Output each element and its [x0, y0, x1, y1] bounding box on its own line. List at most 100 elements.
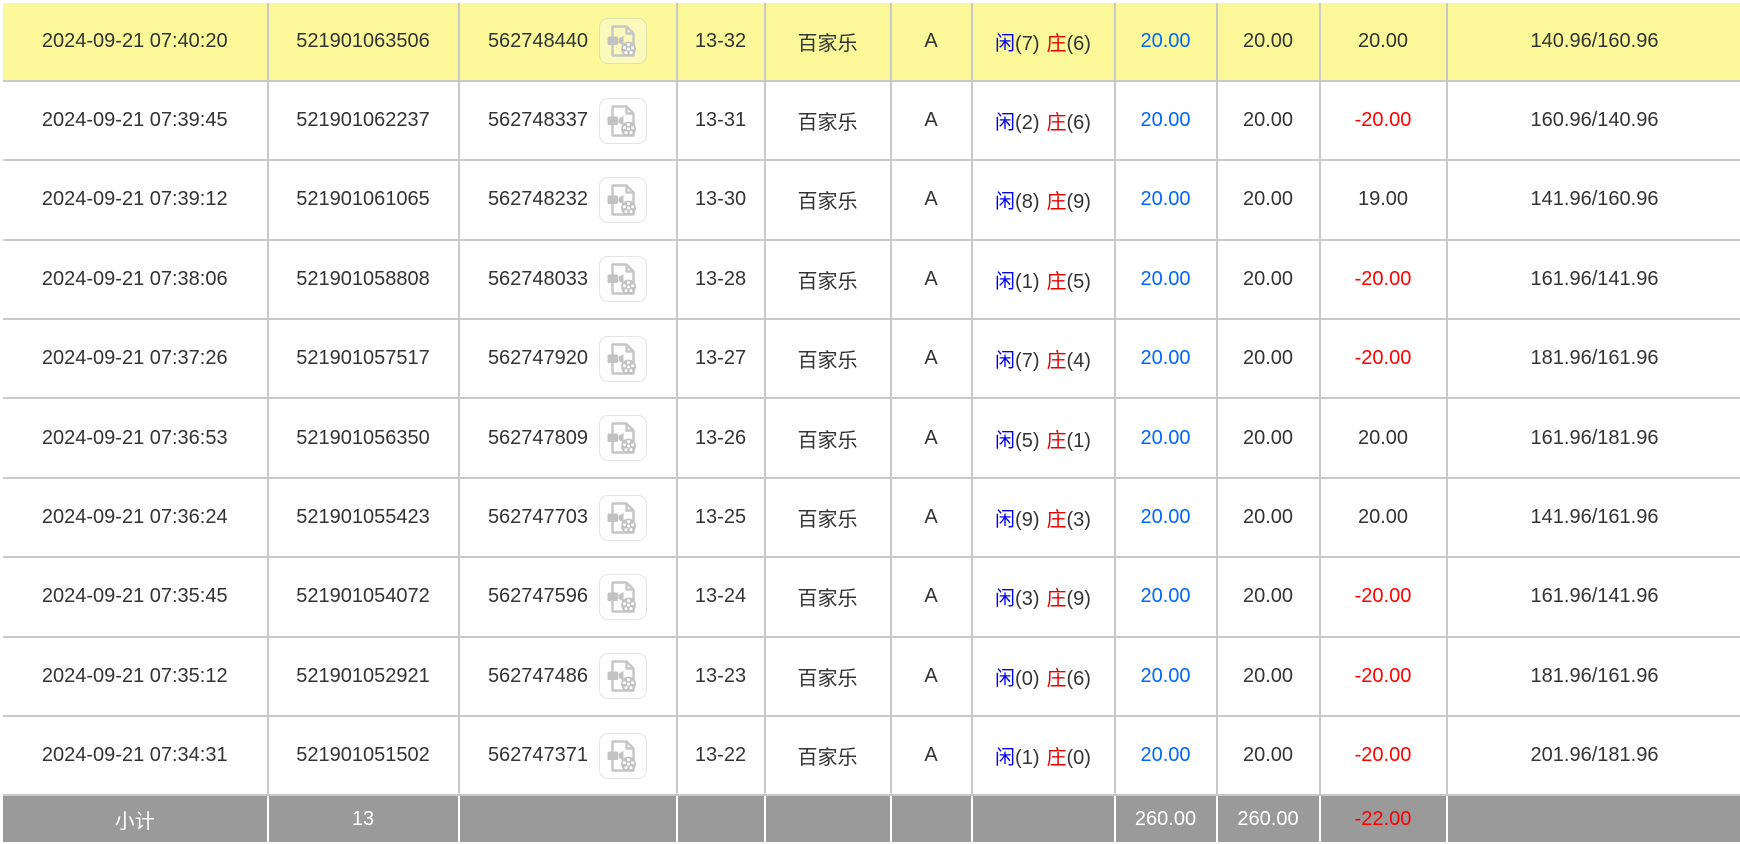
- subtotal-valid-total: 260.00: [1217, 795, 1320, 843]
- table-name: A: [891, 637, 972, 716]
- banker-result-label: 庄: [1047, 509, 1067, 531]
- video-replay-button[interactable]: [599, 177, 647, 223]
- player-result-label: 闲: [995, 668, 1015, 690]
- table-row[interactable]: 2024-09-21 07:37:26 521901057517 5627479…: [2, 319, 1740, 398]
- player-result-label: 闲: [995, 33, 1015, 55]
- balance: 161.96/181.96: [1447, 398, 1740, 477]
- banker-result-points: (3): [1067, 509, 1091, 531]
- order-id: 521901054072: [268, 557, 459, 636]
- round-number: 13-23: [677, 637, 765, 716]
- bet-amount-link[interactable]: 20.00: [1140, 347, 1190, 369]
- table-row[interactable]: 2024-09-21 07:34:31 521901051502 5627473…: [2, 716, 1740, 795]
- round-number: 13-24: [677, 557, 765, 636]
- game-result: 闲(3)庄(9): [972, 557, 1115, 636]
- subtotal-label: 小计: [2, 795, 268, 843]
- game-result: 闲(1)庄(5): [972, 240, 1115, 319]
- player-result-points: (2): [1015, 112, 1039, 134]
- game-result: 闲(0)庄(6): [972, 637, 1115, 716]
- round-number: 13-22: [677, 716, 765, 795]
- bet-amount-link[interactable]: 20.00: [1140, 30, 1190, 52]
- round-number: 13-30: [677, 160, 765, 239]
- bet-time: 2024-09-21 07:40:20: [2, 2, 268, 81]
- player-result-label: 闲: [995, 191, 1015, 213]
- video-replay-button[interactable]: [599, 98, 647, 144]
- video-replay-button[interactable]: [599, 574, 647, 620]
- player-result-points: (9): [1015, 509, 1039, 531]
- bet-amount-cell: 20.00: [1115, 240, 1217, 319]
- player-result-label: 闲: [995, 588, 1015, 610]
- bet-time: 2024-09-21 07:36:24: [2, 478, 268, 557]
- subtotal-empty-cell: [765, 795, 891, 843]
- banker-result-label: 庄: [1047, 271, 1067, 293]
- table-row[interactable]: 2024-09-21 07:39:12 521901061065 5627482…: [2, 160, 1740, 239]
- game-serial-cell: 562747596: [459, 557, 677, 636]
- video-replay-button[interactable]: [599, 415, 647, 461]
- valid-amount: 20.00: [1217, 240, 1320, 319]
- bet-amount-link[interactable]: 20.00: [1140, 268, 1190, 290]
- bet-amount-link[interactable]: 20.00: [1140, 665, 1190, 687]
- game-name: 百家乐: [765, 160, 891, 239]
- subtotal-row: 小计 13 260.00 260.00 -22.00: [2, 795, 1740, 843]
- round-number: 13-28: [677, 240, 765, 319]
- bet-amount-cell: 20.00: [1115, 716, 1217, 795]
- video-replay-icon: [605, 103, 641, 139]
- banker-result-label: 庄: [1047, 191, 1067, 213]
- video-replay-icon: [605, 500, 641, 536]
- banker-result-label: 庄: [1047, 588, 1067, 610]
- win-loss: -20.00: [1320, 81, 1447, 160]
- game-serial: 562747371: [488, 744, 588, 767]
- game-result: 闲(7)庄(6): [972, 2, 1115, 81]
- banker-result-points: (9): [1067, 191, 1091, 213]
- balance: 141.96/161.96: [1447, 478, 1740, 557]
- video-replay-button[interactable]: [599, 653, 647, 699]
- game-serial: 562748440: [488, 30, 588, 53]
- round-number: 13-31: [677, 81, 765, 160]
- balance: 181.96/161.96: [1447, 637, 1740, 716]
- bet-time: 2024-09-21 07:39:12: [2, 160, 268, 239]
- bet-amount-link[interactable]: 20.00: [1140, 506, 1190, 528]
- win-loss: 19.00: [1320, 160, 1447, 239]
- table-row[interactable]: 2024-09-21 07:36:53 521901056350 5627478…: [2, 398, 1740, 477]
- video-replay-icon: [605, 341, 641, 377]
- bet-amount-link[interactable]: 20.00: [1140, 109, 1190, 131]
- video-replay-button[interactable]: [599, 733, 647, 779]
- table-row[interactable]: 2024-09-21 07:36:24 521901055423 5627477…: [2, 478, 1740, 557]
- table-row[interactable]: 2024-09-21 07:38:06 521901058808 5627480…: [2, 240, 1740, 319]
- video-replay-button[interactable]: [599, 336, 647, 382]
- video-replay-button[interactable]: [599, 256, 647, 302]
- table-name: A: [891, 478, 972, 557]
- player-result-points: (7): [1015, 33, 1039, 55]
- game-serial-cell: 562748232: [459, 160, 677, 239]
- table-name: A: [891, 240, 972, 319]
- banker-result-points: (6): [1067, 112, 1091, 134]
- table-name: A: [891, 81, 972, 160]
- game-name: 百家乐: [765, 398, 891, 477]
- game-serial-cell: 562747486: [459, 637, 677, 716]
- valid-amount: 20.00: [1217, 637, 1320, 716]
- bet-amount-link[interactable]: 20.00: [1140, 585, 1190, 607]
- table-row[interactable]: 2024-09-21 07:39:45 521901062237 5627483…: [2, 81, 1740, 160]
- video-replay-button[interactable]: [599, 18, 647, 64]
- bet-amount-link[interactable]: 20.00: [1140, 427, 1190, 449]
- table-row[interactable]: 2024-09-21 07:40:20 521901063506 5627484…: [2, 2, 1740, 81]
- player-result-points: (3): [1015, 588, 1039, 610]
- table-name: A: [891, 557, 972, 636]
- valid-amount: 20.00: [1217, 81, 1320, 160]
- table-row[interactable]: 2024-09-21 07:35:45 521901054072 5627475…: [2, 557, 1740, 636]
- bet-amount-cell: 20.00: [1115, 398, 1217, 477]
- subtotal-bet-total: 260.00: [1115, 795, 1217, 843]
- video-replay-icon: [605, 23, 641, 59]
- player-result-label: 闲: [995, 747, 1015, 769]
- video-replay-button[interactable]: [599, 495, 647, 541]
- balance: 140.96/160.96: [1447, 2, 1740, 81]
- game-serial: 562747703: [488, 506, 588, 529]
- bet-amount-link[interactable]: 20.00: [1140, 744, 1190, 766]
- game-result: 闲(7)庄(4): [972, 319, 1115, 398]
- order-id: 521901052921: [268, 637, 459, 716]
- table-name: A: [891, 2, 972, 81]
- order-id: 521901051502: [268, 716, 459, 795]
- bet-amount-link[interactable]: 20.00: [1140, 188, 1190, 210]
- table-row[interactable]: 2024-09-21 07:35:12 521901052921 5627474…: [2, 637, 1740, 716]
- subtotal-empty-cell: [677, 795, 765, 843]
- banker-result-points: (1): [1067, 430, 1091, 452]
